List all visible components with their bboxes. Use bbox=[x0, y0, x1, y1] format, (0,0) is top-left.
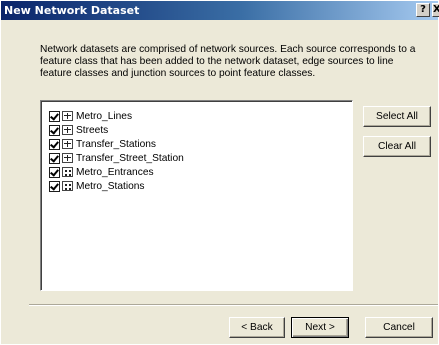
point-feature-class-icon bbox=[62, 181, 73, 191]
list-item-streets[interactable]: Streets bbox=[49, 123, 108, 137]
list-item-transfer-street-station[interactable]: Transfer_Street_Station bbox=[49, 151, 184, 165]
line-feature-class-icon bbox=[62, 139, 73, 149]
list-item-metro-entrances[interactable]: Metro_Entrances bbox=[49, 165, 154, 179]
next-button[interactable]: Next > bbox=[291, 317, 349, 338]
source-label: Metro_Entrances bbox=[76, 166, 154, 178]
checkbox[interactable] bbox=[49, 110, 60, 122]
checkbox[interactable] bbox=[49, 138, 60, 150]
checkbox[interactable] bbox=[49, 180, 60, 192]
window-title: New Network Dataset bbox=[4, 4, 140, 17]
source-label: Metro_Lines bbox=[76, 110, 133, 122]
list-item-metro-lines[interactable]: Metro_Lines bbox=[49, 109, 132, 123]
source-label: Metro_Stations bbox=[76, 180, 145, 192]
line-feature-class-icon bbox=[62, 153, 73, 163]
close-button[interactable]: X bbox=[432, 3, 439, 17]
select-all-button[interactable]: Select All bbox=[363, 106, 431, 127]
checkbox[interactable] bbox=[49, 166, 60, 178]
new-network-dataset-dialog: New Network Dataset ? X Network datasets… bbox=[0, 0, 439, 344]
source-label: Transfer_Street_Station bbox=[76, 152, 184, 164]
list-item-transfer-stations[interactable]: Transfer_Stations bbox=[49, 137, 156, 151]
list-item-metro-stations[interactable]: Metro_Stations bbox=[49, 179, 145, 193]
clear-all-button[interactable]: Clear All bbox=[363, 136, 431, 157]
checkbox[interactable] bbox=[49, 152, 60, 164]
line-feature-class-icon bbox=[62, 111, 73, 121]
checkbox[interactable] bbox=[49, 124, 60, 136]
title-bar[interactable]: New Network Dataset ? X bbox=[1, 1, 439, 20]
network-sources-list[interactable]: Metro_Lines Streets Transfer_Stations Tr… bbox=[40, 100, 353, 291]
source-label: Transfer_Stations bbox=[76, 138, 157, 150]
description-text: Network datasets are comprised of networ… bbox=[40, 44, 416, 79]
point-feature-class-icon bbox=[62, 167, 73, 177]
help-button[interactable]: ? bbox=[416, 3, 430, 17]
cancel-button[interactable]: Cancel bbox=[365, 317, 433, 338]
line-feature-class-icon bbox=[62, 125, 73, 135]
back-button[interactable]: < Back bbox=[229, 317, 285, 338]
source-label: Streets bbox=[76, 124, 109, 136]
